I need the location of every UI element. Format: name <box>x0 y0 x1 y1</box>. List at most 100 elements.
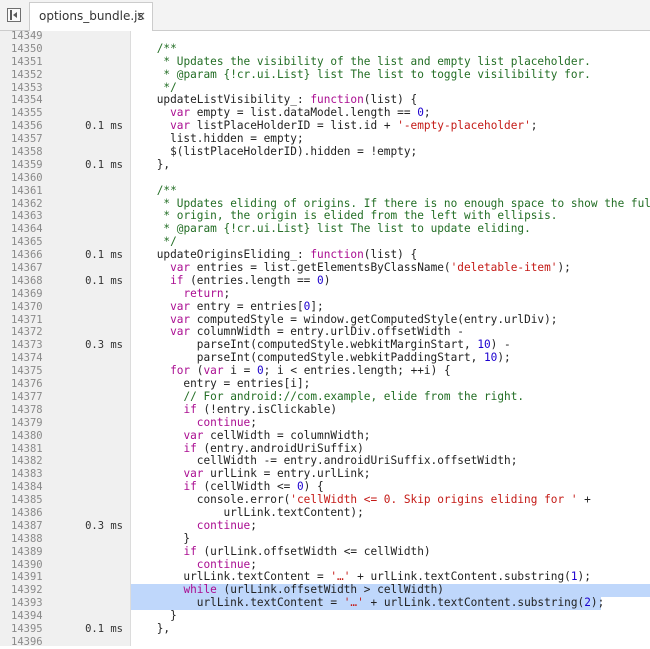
line-number: 14365 <box>11 236 43 249</box>
code-line[interactable]: 14395 0.1 ms }, <box>0 622 650 636</box>
code-line[interactable]: 14393 urlLink.textContent = '…' + urlLin… <box>0 596 650 611</box>
line-code: }, <box>130 622 170 636</box>
code-line[interactable]: 14389 if (urlLink.offsetWidth <= cellWid… <box>0 544 650 559</box>
code-line[interactable]: 14349 <box>0 30 650 43</box>
toggle-navigator-icon[interactable] <box>7 8 21 22</box>
code-token: ; <box>423 106 431 120</box>
code-token: continue <box>196 415 251 429</box>
code-line[interactable]: 14369 return; <box>0 286 650 301</box>
code-token: listPlaceHolderID = list.id + <box>190 119 398 133</box>
line-code: urlLink.textContent = '…' + urlLink.text… <box>130 596 604 610</box>
code-token: function <box>310 248 364 262</box>
code-lines: 14349 14350 /** 14351 * Updates the visibi… <box>0 30 650 649</box>
code-line[interactable]: 14387 0.3 ms continue; <box>0 518 650 533</box>
code-token: ) <box>323 273 331 287</box>
line-timing: 0.1 ms <box>85 274 123 287</box>
line-number: 14373 <box>11 339 43 352</box>
code-token: var <box>170 325 191 339</box>
code-token: 1 <box>570 570 578 584</box>
code-token: cellWidth -= entry.androidUriSuffix.offs… <box>130 454 518 468</box>
code-token: * Updates eliding of origins. If there i… <box>163 196 650 210</box>
line-number: 14366 <box>11 249 43 262</box>
line-timing: 0.3 ms <box>85 519 123 532</box>
code-token: * Updates the visibility of the list and… <box>163 54 591 68</box>
code-token: continue <box>196 518 251 532</box>
code-token: ( <box>190 364 204 378</box>
code-token: ; <box>223 286 231 300</box>
line-number: 14352 <box>11 68 43 81</box>
code-line[interactable]: 14360 <box>0 172 650 185</box>
line-number: 14388 <box>11 532 43 545</box>
close-tab-icon[interactable]: × <box>136 9 146 23</box>
file-tab-options-bundle[interactable]: options_bundle.js × <box>29 2 153 31</box>
source-editor[interactable]: 14349 14350 /** 14351 * Updates the visibi… <box>0 30 650 649</box>
code-line[interactable]: 14352 * @param {!cr.ui.List} list The li… <box>0 68 650 82</box>
line-number: 14372 <box>11 326 43 339</box>
line-number: 14385 <box>11 494 43 507</box>
code-token: (urlLink.offsetWidth > cellWidth) <box>216 583 444 597</box>
code-token: + <box>577 493 591 507</box>
code-token: var <box>170 299 191 313</box>
code-token: */ <box>163 235 177 249</box>
code-token: entry = entries[i]; <box>130 377 311 391</box>
code-token: var <box>203 364 224 378</box>
line-timing: 0.1 ms <box>85 622 123 635</box>
line-number: 14350 <box>11 42 43 55</box>
code-token: (entries.length == <box>183 273 318 287</box>
code-token: urlLink.textContent = <box>130 570 331 584</box>
code-token: entry = entries[ <box>190 299 304 313</box>
code-token: + urlLink.textContent.substring( <box>350 570 571 584</box>
code-line[interactable]: 14356 0.1 ms var listPlaceHolderID = list… <box>0 119 650 133</box>
line-number: 14360 <box>11 171 43 184</box>
code-token: urlLink = entry.urlLink; <box>203 467 371 481</box>
line-number: 14392 <box>11 584 43 597</box>
line-number: 14386 <box>11 506 43 519</box>
code-line[interactable]: 14358 $(listPlaceHolderID).hidden = !emp… <box>0 145 650 159</box>
line-number: 14387 <box>11 519 43 532</box>
line-number: 14357 <box>11 133 43 146</box>
code-line[interactable]: 14375 for (var i = 0; i < entries.length… <box>0 364 650 378</box>
line-number: 14371 <box>11 313 43 326</box>
code-token: for <box>170 364 191 378</box>
line-number: 14379 <box>11 416 43 429</box>
code-token: (urlLink.offsetWidth <= cellWidth) <box>196 544 431 558</box>
code-token: ; i < entries.length; ++i) { <box>263 364 451 378</box>
code-token: ; <box>250 415 257 429</box>
code-line[interactable]: 14383 var urlLink = entry.urlLink; <box>0 467 650 481</box>
code-token: console.error( <box>130 493 291 507</box>
line-number: 14377 <box>11 390 43 403</box>
code-line[interactable]: 14364 * @param {!cr.ui.List} list The li… <box>0 222 650 236</box>
code-line[interactable]: 14386 urlLink.textContent); <box>0 506 650 520</box>
line-number: 14368 <box>11 274 43 287</box>
code-token: cellWidth = columnWidth; <box>203 428 371 442</box>
code-token: * origin, the origin is elided from the … <box>163 209 558 223</box>
code-token: var <box>183 467 204 481</box>
code-line[interactable]: 14359 0.1 ms }, <box>0 158 650 172</box>
line-number: 14354 <box>11 94 43 107</box>
code-token: if <box>183 441 197 455</box>
code-token: (!entry.isClickable) <box>196 402 338 416</box>
code-token: */ <box>163 80 177 94</box>
line-timing: 0.1 ms <box>85 158 123 171</box>
code-token: (cellWidth <= <box>196 480 297 494</box>
code-token: return <box>183 286 224 300</box>
code-token: 'deletable-item' <box>450 261 558 275</box>
code-token: updateOriginsEliding_: <box>130 248 311 262</box>
code-line[interactable]: 14378 if (!entry.isClickable) <box>0 402 650 417</box>
line-number: 14361 <box>11 184 43 197</box>
code-token: parseInt(computedStyle.webkitMarginStart… <box>130 338 478 352</box>
code-line[interactable]: 14396 <box>0 636 650 649</box>
code-line[interactable]: 14368 0.1 ms if (entries.length == 0) <box>0 273 650 288</box>
line-number: 14378 <box>11 403 43 416</box>
line-number: 14396 <box>11 635 43 648</box>
code-token: 2 <box>584 596 591 610</box>
line-number: 14394 <box>11 610 43 623</box>
code-line[interactable]: 14394 } <box>0 609 650 623</box>
